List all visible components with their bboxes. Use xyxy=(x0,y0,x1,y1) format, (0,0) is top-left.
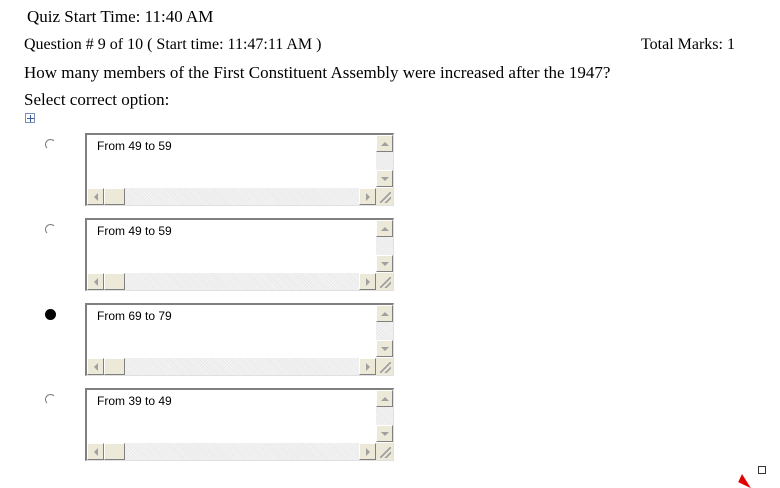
option-text: From 69 to 79 xyxy=(97,309,172,323)
arrow-left-icon[interactable] xyxy=(87,273,104,290)
option-textarea-3[interactable]: From 69 to 79 xyxy=(85,303,394,376)
arrow-down-icon[interactable] xyxy=(376,425,393,442)
question-text: How many members of the First Constituen… xyxy=(24,63,611,82)
arrow-right-icon[interactable] xyxy=(359,358,376,375)
red-pointer-icon xyxy=(738,474,755,488)
arrow-down-icon[interactable] xyxy=(376,340,393,357)
scroll-thumb[interactable] xyxy=(104,358,125,375)
resize-grip-icon[interactable] xyxy=(380,192,391,203)
scroll-thumb[interactable] xyxy=(104,188,125,205)
horizontal-scrollbar[interactable] xyxy=(87,188,376,205)
option-radio-4[interactable] xyxy=(45,394,56,405)
option-radio-1[interactable] xyxy=(45,139,56,150)
option-radio-2[interactable] xyxy=(45,224,56,235)
option-textarea-2[interactable]: From 49 to 59 xyxy=(85,218,394,291)
resize-grip-icon[interactable] xyxy=(380,447,391,458)
arrow-right-icon[interactable] xyxy=(359,273,376,290)
option-textarea-1[interactable]: From 49 to 59 xyxy=(85,133,394,206)
move-cross-icon[interactable] xyxy=(25,113,35,123)
arrow-down-icon[interactable] xyxy=(376,255,393,272)
arrow-right-icon[interactable] xyxy=(359,443,376,460)
vertical-scrollbar[interactable] xyxy=(376,390,393,442)
option-text: From 49 to 59 xyxy=(97,224,172,238)
resize-handle-icon[interactable] xyxy=(758,466,766,474)
horizontal-scrollbar[interactable] xyxy=(87,273,376,290)
vertical-scrollbar[interactable] xyxy=(376,220,393,272)
quiz-start-time: Quiz Start Time: 11:40 AM xyxy=(27,7,214,26)
scroll-thumb[interactable] xyxy=(104,273,125,290)
arrow-left-icon[interactable] xyxy=(87,358,104,375)
scrollbar-corner xyxy=(376,358,393,375)
horizontal-scrollbar[interactable] xyxy=(87,358,376,375)
vertical-scrollbar[interactable] xyxy=(376,135,393,187)
scrollbar-corner xyxy=(376,188,393,205)
arrow-right-icon[interactable] xyxy=(359,188,376,205)
total-marks: Total Marks: 1 xyxy=(641,36,735,53)
arrow-left-icon[interactable] xyxy=(87,443,104,460)
resize-grip-icon[interactable] xyxy=(380,362,391,373)
option-text: From 49 to 59 xyxy=(97,139,172,153)
arrow-left-icon[interactable] xyxy=(87,188,104,205)
arrow-up-icon[interactable] xyxy=(376,135,393,152)
scrollbar-corner xyxy=(376,443,393,460)
option-textarea-4[interactable]: From 39 to 49 xyxy=(85,388,394,461)
arrow-up-icon[interactable] xyxy=(376,305,393,322)
arrow-up-icon[interactable] xyxy=(376,220,393,237)
option-radio-3[interactable] xyxy=(45,309,56,320)
question-header: Question # 9 of 10 ( Start time: 11:47:1… xyxy=(24,36,322,53)
scrollbar-corner xyxy=(376,273,393,290)
arrow-down-icon[interactable] xyxy=(376,170,393,187)
select-option-label: Select correct option: xyxy=(24,90,170,109)
vertical-scrollbar[interactable] xyxy=(376,305,393,357)
horizontal-scrollbar[interactable] xyxy=(87,443,376,460)
resize-grip-icon[interactable] xyxy=(380,277,391,288)
arrow-up-icon[interactable] xyxy=(376,390,393,407)
scroll-thumb[interactable] xyxy=(104,443,125,460)
option-text: From 39 to 49 xyxy=(97,394,172,408)
